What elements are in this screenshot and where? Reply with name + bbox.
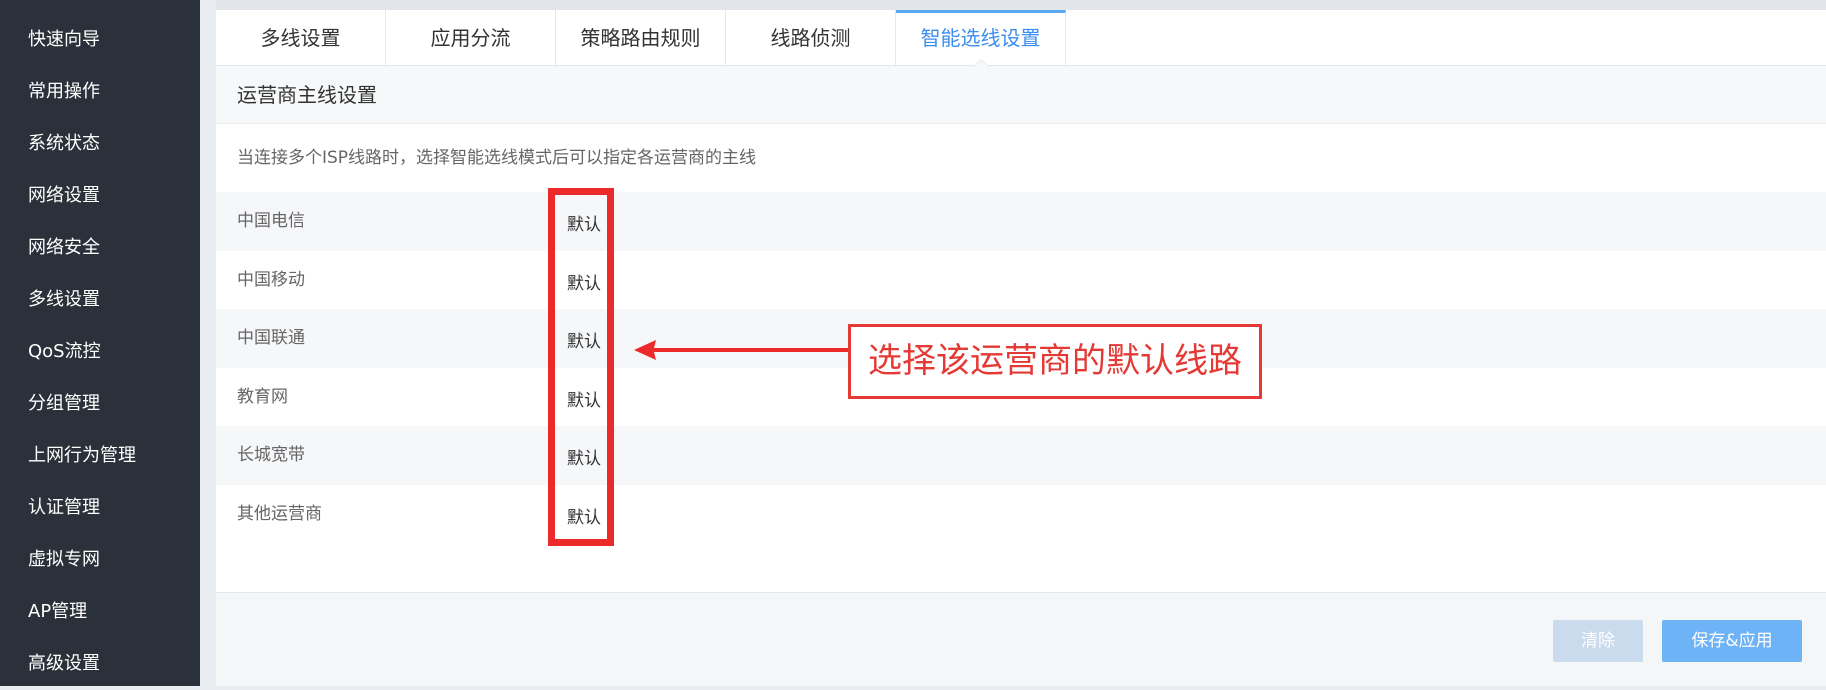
main-content: 多线设置 应用分流 策略路由规则 线路侦测 智能选线设置 运营商主线设置 当连接… [216, 0, 1826, 686]
isp-row: 长城宽带 默认 [216, 426, 1826, 485]
sidebar-item-group-mgmt[interactable]: 分组管理 [0, 378, 200, 430]
isp-label-mobile: 中国移动 [237, 269, 305, 290]
tab-smart-select-label: 智能选线设置 [920, 26, 1041, 50]
sidebar-item-advanced[interactable]: 高级设置 [0, 638, 200, 690]
sidebar-item-qos[interactable]: QoS流控 [0, 326, 200, 378]
isp-select-unicom[interactable]: 默认 [567, 327, 601, 352]
isp-select-edu[interactable]: 默认 [567, 386, 601, 411]
isp-label-edu: 教育网 [237, 386, 288, 407]
isp-select-telecom[interactable]: 默认 [567, 210, 601, 235]
isp-row: 中国电信 默认 [216, 192, 1826, 251]
sidebar-item-system-status[interactable]: 系统状态 [0, 118, 200, 170]
tab-multiline[interactable]: 多线设置 [216, 10, 386, 66]
tab-policy-route[interactable]: 策略路由规则 [556, 10, 726, 66]
sidebar-item-common-ops[interactable]: 常用操作 [0, 66, 200, 118]
tab-bar: 多线设置 应用分流 策略路由规则 线路侦测 智能选线设置 [216, 10, 1826, 67]
clear-button[interactable]: 清除 [1553, 620, 1643, 662]
sidebar-item-vpn[interactable]: 虚拟专网 [0, 534, 200, 586]
isp-select-mobile[interactable]: 默认 [567, 269, 601, 294]
sidebar-item-quick-guide[interactable]: 快速向导 [0, 14, 200, 66]
tab-smart-select[interactable]: 智能选线设置 [896, 10, 1066, 67]
isp-select-greatwall[interactable]: 默认 [567, 444, 601, 469]
sidebar: 快速向导 常用操作 系统状态 网络设置 网络安全 多线设置 QoS流控 分组管理… [0, 0, 200, 686]
isp-label-greatwall: 长城宽带 [237, 445, 305, 465]
isp-row: 中国移动 默认 [216, 251, 1826, 310]
top-strip [216, 0, 1826, 10]
tab-app-split[interactable]: 应用分流 [386, 10, 556, 66]
sidebar-item-behavior-mgmt[interactable]: 上网行为管理 [0, 430, 200, 482]
isp-label-telecom: 中国电信 [237, 211, 305, 231]
save-apply-button[interactable]: 保存&应用 [1662, 620, 1802, 662]
sidebar-item-ap-mgmt[interactable]: AP管理 [0, 586, 200, 638]
sidebar-item-multiline[interactable]: 多线设置 [0, 274, 200, 326]
tab-line-detect[interactable]: 线路侦测 [726, 10, 896, 66]
sidebar-item-network-security[interactable]: 网络安全 [0, 222, 200, 274]
isp-label-unicom: 中国联通 [237, 328, 305, 348]
tab-caret-icon [971, 59, 990, 67]
isp-row: 其他运营商 默认 [216, 485, 1826, 544]
section-title: 运营商主线设置 [216, 67, 1826, 124]
isp-label-other: 其他运营商 [237, 503, 322, 524]
sidebar-item-network-settings[interactable]: 网络设置 [0, 170, 200, 222]
footer-bar: 清除 保存&应用 [216, 592, 1826, 686]
annotation-callout: 选择该运营商的默认线路 [848, 324, 1262, 399]
section-description: 当连接多个ISP线路时，选择智能选线模式后可以指定各运营商的主线 [237, 148, 757, 168]
sidebar-item-auth-mgmt[interactable]: 认证管理 [0, 482, 200, 534]
isp-select-other[interactable]: 默认 [567, 503, 601, 528]
